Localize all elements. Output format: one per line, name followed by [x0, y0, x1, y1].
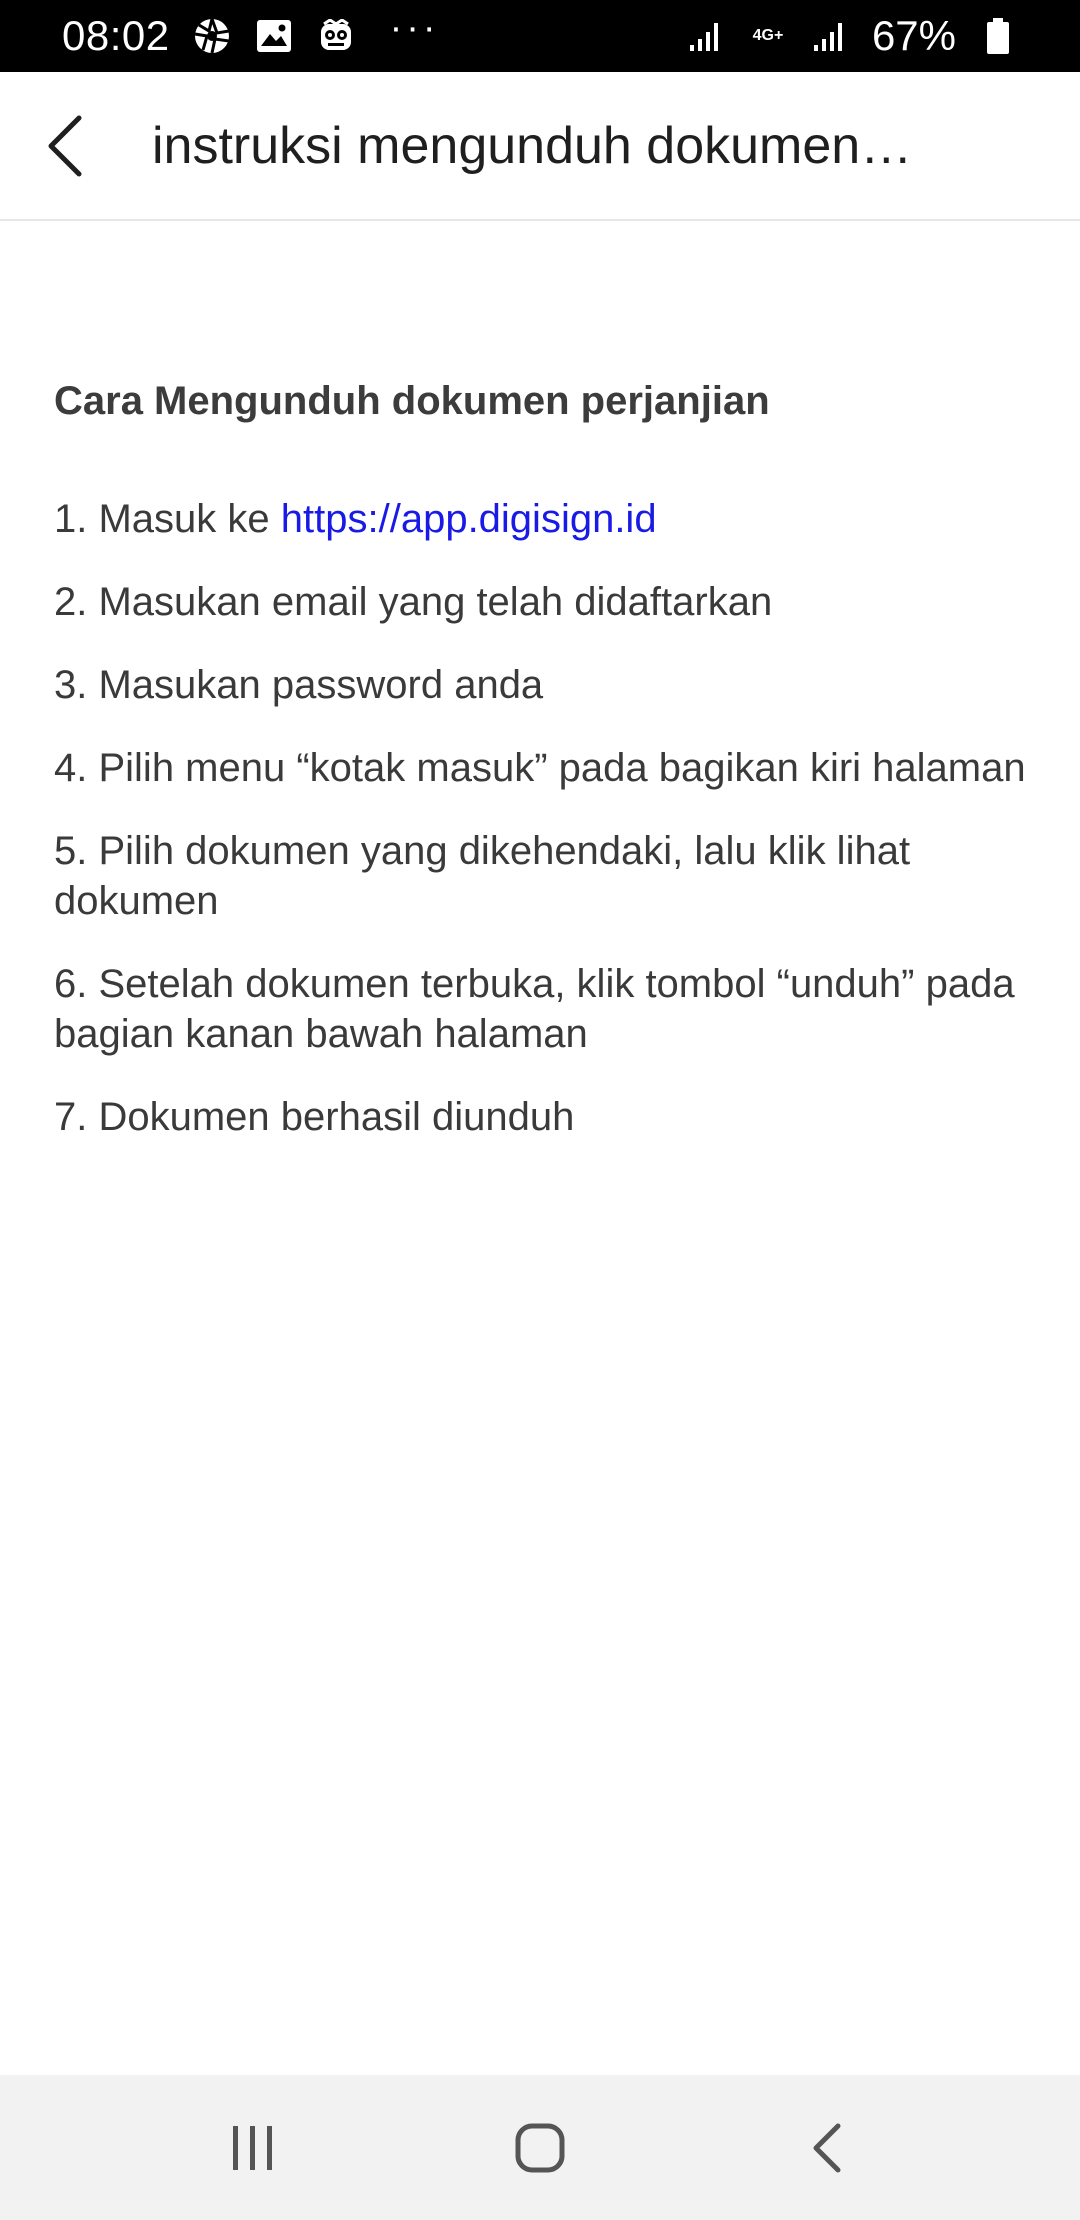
aperture-icon — [192, 16, 232, 56]
status-left: 08:02 ··· — [62, 7, 440, 60]
battery-percent: 67% — [871, 12, 956, 59]
app-bar: instruksi mengunduh dokumen… — [0, 72, 1080, 221]
battery-icon — [978, 16, 1018, 56]
home-icon — [515, 2123, 565, 2172]
instruction-content: Cara Mengunduh dokumen perjanjian 1. Mas… — [54, 221, 1034, 1175]
status-bar: 08:02 ··· 4G+ 67% — [0, 0, 1080, 72]
status-time: 08:02 — [62, 12, 170, 59]
nav-back-button[interactable] — [767, 2088, 887, 2208]
network-type-indicator: 4G+ — [748, 16, 788, 56]
step-7: 7. Dokumen berhasil diunduh — [54, 1095, 575, 1139]
more-dots-icon: ··· — [389, 7, 440, 49]
system-nav-bar — [0, 2075, 1080, 2220]
step-1: 1. Masuk ke https://app.digisign.id — [54, 494, 1034, 544]
nav-back-icon — [813, 2123, 841, 2172]
step-1-text: 1. Masuk ke — [54, 497, 281, 541]
step-3: 3. Masukan password anda — [54, 663, 544, 707]
back-button[interactable] — [0, 71, 130, 220]
recent-apps-button[interactable] — [193, 2088, 313, 2208]
step-4: 4. Pilih menu “kotak masuk” pada bagikan… — [54, 746, 1026, 790]
status-right: 4G+ 67% — [686, 12, 1018, 60]
page-title: instruksi mengunduh dokumen… — [152, 116, 913, 175]
signal-icon — [686, 16, 726, 56]
digisign-link[interactable]: https://app.digisign.id — [281, 497, 657, 541]
owl-icon — [316, 16, 356, 56]
back-arrow-icon — [48, 115, 82, 176]
image-icon — [254, 16, 294, 56]
network-type-label: 4G+ — [752, 27, 784, 44]
recent-apps-icon — [233, 2125, 273, 2170]
steps-list: 1. Masuk ke https://app.digisign.id 2. M… — [54, 494, 1034, 1142]
step-2: 2. Masukan email yang telah didaftarkan — [54, 580, 773, 624]
step-6: 6. Setelah dokumen terbuka, klik tombol … — [54, 962, 1015, 1056]
home-button[interactable] — [480, 2088, 600, 2208]
signal-icon — [810, 16, 850, 56]
section-heading: Cara Mengunduh dokumen perjanjian — [54, 379, 770, 423]
step-5: 5. Pilih dokumen yang dikehendaki, lalu … — [54, 829, 911, 923]
